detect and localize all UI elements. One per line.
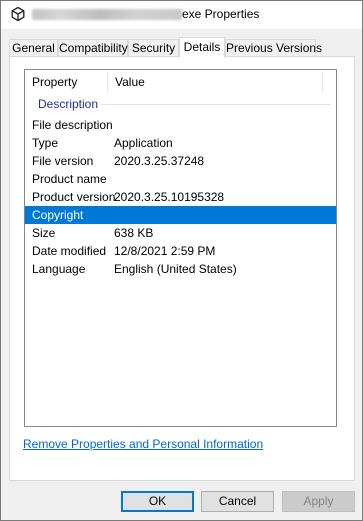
tab-previous-versions[interactable]: Previous Versions — [225, 39, 322, 56]
table-row[interactable]: Product version 2020.3.25.10195328 — [25, 188, 336, 206]
table-row[interactable]: Language English (United States) — [25, 260, 336, 278]
value-cell: 2020.3.25.37248 — [114, 154, 205, 168]
property-cell: Date modified — [32, 244, 107, 258]
value-cell: English (United States) — [114, 262, 237, 276]
property-cell: Size — [32, 226, 56, 240]
apply-button[interactable]: Apply — [282, 491, 355, 512]
listview-header: Property Value — [25, 70, 336, 94]
tab-details[interactable]: Details — [179, 37, 225, 58]
title-bar[interactable]: exe Properties — [1, 1, 362, 29]
value-cell: 638 KB — [114, 226, 154, 240]
details-listview[interactable]: Property Value Description File descript… — [24, 69, 337, 427]
tab-strip: General Compatibility Security Details P… — [9, 37, 355, 58]
property-cell: File description — [32, 118, 113, 132]
column-divider[interactable] — [322, 72, 323, 92]
unity-logo-icon — [10, 6, 26, 22]
details-panel: Property Value Description File descript… — [9, 56, 355, 481]
value-cell: 12/8/2021 2:59 PM — [114, 244, 216, 258]
table-row-selected[interactable]: Copyright — [25, 206, 336, 224]
group-header-description[interactable]: Description — [25, 94, 336, 114]
table-row[interactable]: Date modified 12/8/2021 2:59 PM — [25, 242, 336, 260]
properties-dialog: exe Properties General Compatibility Sec… — [0, 0, 363, 521]
group-label: Description — [38, 97, 99, 111]
table-row[interactable]: Product name — [25, 170, 336, 188]
table-row[interactable]: File version 2020.3.25.37248 — [25, 152, 336, 170]
property-cell: Type — [32, 136, 59, 150]
property-cell: Product version — [32, 190, 116, 204]
tab-general[interactable]: General — [9, 39, 58, 56]
redacted-filename — [32, 9, 182, 20]
cancel-button[interactable]: Cancel — [201, 491, 274, 512]
value-cell: 2020.3.25.10195328 — [114, 190, 225, 204]
table-row[interactable]: Size 638 KB — [25, 224, 336, 242]
remove-properties-link[interactable]: Remove Properties and Personal Informati… — [23, 437, 263, 451]
tab-compatibility[interactable]: Compatibility — [58, 39, 128, 56]
window-title: exe Properties — [182, 7, 260, 21]
property-cell: File version — [32, 154, 94, 168]
value-cell: Application — [114, 136, 173, 150]
column-header-property[interactable]: Property — [25, 70, 107, 94]
property-cell: Copyright — [32, 208, 84, 222]
column-header-value[interactable]: Value — [108, 70, 322, 94]
group-divider-line — [101, 104, 331, 105]
table-row[interactable]: File description — [25, 116, 336, 134]
tab-security[interactable]: Security — [128, 39, 179, 56]
property-cell: Product name — [32, 172, 107, 186]
table-row[interactable]: Type Application — [25, 134, 336, 152]
property-cell: Language — [32, 262, 86, 276]
ok-button[interactable]: OK — [121, 491, 194, 512]
